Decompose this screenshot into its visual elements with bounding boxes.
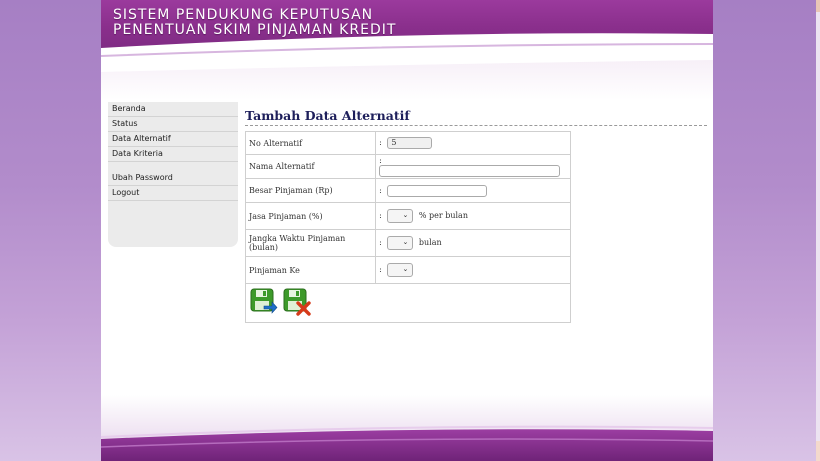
window-edge-accent-bottom [816,441,820,461]
form-row-besar-pinjaman: Besar Pinjaman (Rp) : [244,178,571,203]
field-cell-pinjaman-ke: : ⌄ [375,256,571,284]
pinjaman-ke-select[interactable]: ⌄ [387,263,414,277]
form-row-jasa-pinjaman: Jasa Pinjaman (%) : ⌄ % per bulan [244,202,571,230]
jasa-pinjaman-unit: % per bulan [418,211,468,220]
label-nama-alternatif: Nama Alternatif [244,154,377,179]
field-cell-besar-pinjaman: : [375,178,571,203]
footer-wave [101,395,713,461]
form-row-pinjaman-ke: Pinjaman Ke : ⌄ [244,256,571,284]
label-pinjaman-ke: Pinjaman Ke [244,256,377,284]
chevron-down-icon: ⌄ [402,211,409,219]
main-content: Tambah Data Alternatif No Alternatif : 5… [244,108,707,323]
jangka-waktu-unit: bulan [418,238,442,247]
save-icon [250,288,278,314]
save-button[interactable] [250,288,278,316]
form-table: No Alternatif : 5 Nama Alternatif : Besa… [244,131,571,323]
window-edge [816,0,820,461]
cancel-icon [283,288,311,316]
chevron-down-icon: ⌄ [402,265,409,273]
field-cell-no-alternatif: : 5 [375,131,571,155]
sidebar-item-ubah-password[interactable]: Ubah Password [108,171,238,186]
page-container: SISTEM PENDUKUNG KEPUTUSAN PENENTUAN SKI… [101,0,713,461]
site-title-line2: PENENTUAN SKIM PINJAMAN KREDIT [113,22,397,38]
separator-colon: : [379,156,382,165]
label-no-alternatif: No Alternatif [244,131,377,155]
background-right [713,0,816,461]
page-title: Tambah Data Alternatif [245,108,707,126]
sidebar-item-data-kriteria[interactable]: Data Kriteria [108,147,238,162]
form-row-no-alternatif: No Alternatif : 5 [244,131,571,155]
header-banner: SISTEM PENDUKUNG KEPUTUSAN PENENTUAN SKI… [101,0,713,100]
label-jasa-pinjaman: Jasa Pinjaman (%) [244,202,377,230]
label-jangka-waktu: Jangka Waktu Pinjaman (bulan) [244,229,377,257]
chevron-down-icon: ⌄ [402,238,409,246]
jangka-waktu-select[interactable]: ⌄ [387,236,414,250]
sidebar-menu: Beranda Status Data Alternatif Data Krit… [108,102,238,247]
separator-colon: : [379,238,382,247]
footer-banner [101,395,713,461]
form-row-actions [245,283,571,323]
site-title-line1: SISTEM PENDUKUNG KEPUTUSAN [113,7,374,23]
separator-colon: : [379,211,382,220]
background-left [0,0,101,461]
besar-pinjaman-input[interactable] [387,184,488,197]
field-cell-jangka-waktu: : ⌄ bulan [375,229,571,257]
actions-cell [245,283,571,323]
sidebar-item-status[interactable]: Status [108,117,238,132]
form-row-nama-alternatif: Nama Alternatif : [244,154,571,179]
jasa-pinjaman-select[interactable]: ⌄ [387,209,414,223]
cancel-button[interactable] [283,288,311,316]
field-cell-jasa-pinjaman: : ⌄ % per bulan [375,202,571,230]
sidebar-item-logout[interactable]: Logout [108,186,238,201]
sidebar-item-data-alternatif[interactable]: Data Alternatif [108,132,238,147]
separator-colon: : [379,138,382,147]
nama-alternatif-input[interactable] [379,165,561,177]
window-edge-accent [816,0,820,12]
sidebar-item-beranda[interactable]: Beranda [108,102,238,117]
no-alternatif-input[interactable]: 5 [387,137,433,149]
separator-colon: : [379,265,382,274]
form-row-jangka-waktu: Jangka Waktu Pinjaman (bulan) : ⌄ bulan [244,229,571,257]
label-besar-pinjaman: Besar Pinjaman (Rp) [244,178,377,203]
separator-colon: : [379,185,382,195]
field-cell-nama-alternatif: : [375,154,571,179]
